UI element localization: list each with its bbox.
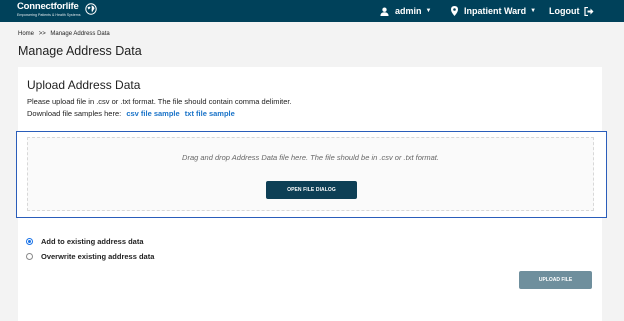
logout-icon	[583, 6, 593, 16]
globe-icon	[85, 3, 97, 15]
app-logo[interactable]: Connectforlife Empowering Patients & Hea…	[17, 2, 107, 20]
upload-instructions: Please upload file in .csv or .txt forma…	[27, 97, 292, 106]
breadcrumb-home-link[interactable]: Home	[18, 31, 34, 37]
add-to-existing-option[interactable]: Add to existing address data	[26, 237, 144, 246]
caret-down-icon: ▼	[530, 8, 537, 14]
logo-text: Connectforlife	[17, 1, 79, 12]
upload-file-button[interactable]: UPLOAD FILE	[519, 271, 592, 289]
section-title: Upload Address Data	[27, 78, 141, 92]
breadcrumb-current: Manage Address Data	[50, 31, 110, 37]
user-menu-label: admin	[395, 6, 422, 16]
caret-down-icon: ▼	[425, 8, 432, 14]
location-menu[interactable]: Inpatient Ward ▼	[451, 0, 536, 22]
sample-downloads: Download file samples here: csv file sam…	[27, 109, 235, 118]
open-file-dialog-button[interactable]: OPEN FILE DIALOG	[266, 181, 357, 199]
logo-tagline: Empowering Patients & Health Systems	[17, 13, 81, 17]
radio-add-existing[interactable]	[26, 238, 33, 245]
dropzone-hint: Drag and drop Address Data file here. Th…	[182, 153, 439, 162]
file-dropzone[interactable]: Drag and drop Address Data file here. Th…	[27, 137, 594, 211]
map-pin-icon	[451, 6, 458, 16]
dropzone-focus-frame: Drag and drop Address Data file here. Th…	[16, 131, 607, 218]
page-title: Manage Address Data	[18, 44, 142, 58]
top-navbar: Connectforlife Empowering Patients & Hea…	[0, 0, 624, 22]
samples-label: Download file samples here:	[27, 109, 122, 118]
add-existing-label: Add to existing address data	[41, 237, 144, 246]
overwrite-existing-option[interactable]: Overwrite existing address data	[26, 252, 154, 261]
user-icon	[380, 7, 389, 16]
user-menu[interactable]: admin ▼	[380, 0, 431, 22]
logout-button[interactable]: Logout	[549, 0, 594, 22]
breadcrumb-separator: >>	[38, 31, 46, 37]
txt-sample-link[interactable]: txt file sample	[185, 109, 235, 118]
breadcrumb: Home >> Manage Address Data	[18, 31, 113, 37]
radio-overwrite-existing[interactable]	[26, 253, 33, 260]
overwrite-existing-label: Overwrite existing address data	[41, 252, 155, 261]
logout-label: Logout	[549, 6, 580, 16]
csv-sample-link[interactable]: csv file sample	[126, 109, 179, 118]
location-menu-label: Inpatient Ward	[464, 6, 527, 16]
